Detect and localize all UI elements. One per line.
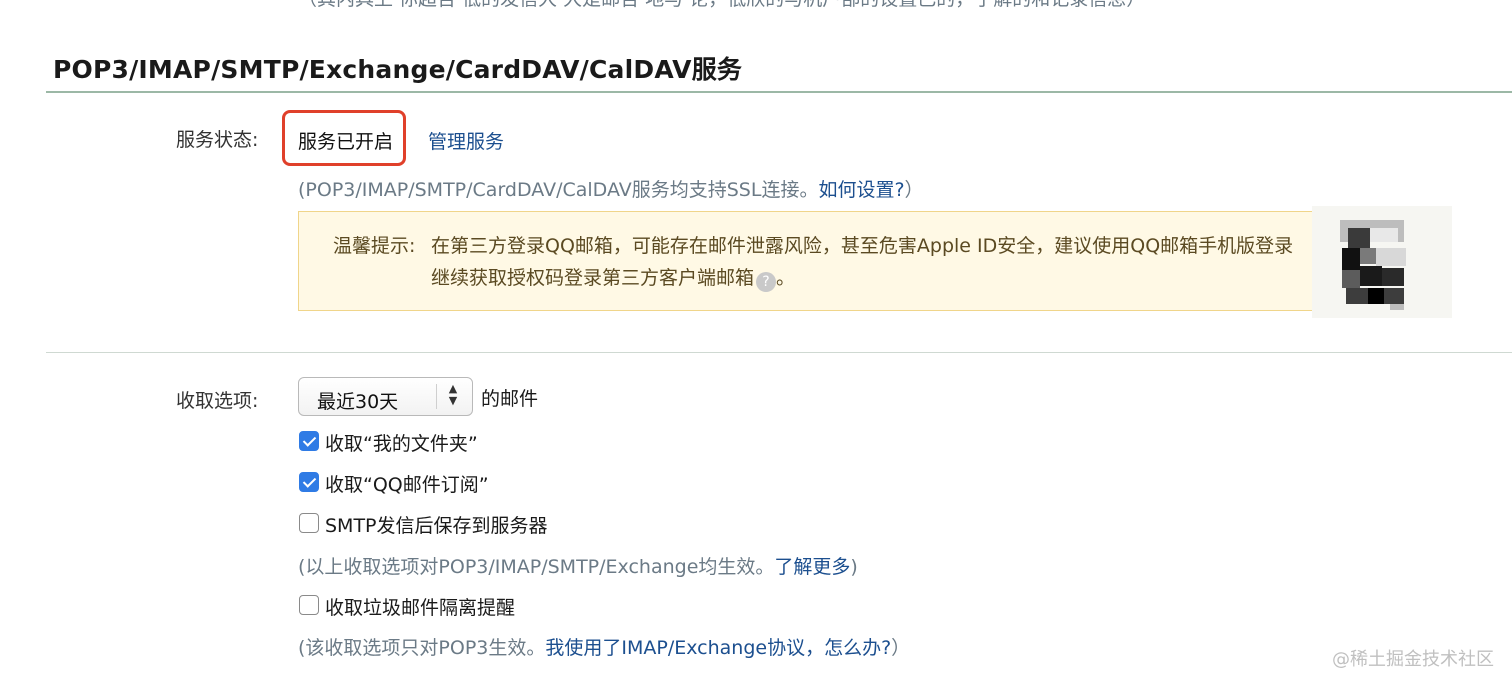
receive-period-select[interactable]: 最近30天 ▲ ▼	[298, 377, 473, 416]
ssl-note-text: (POP3/IMAP/SMTP/CardDAV/CalDAV服务均支持SSL连接…	[298, 179, 819, 201]
watermark: @稀土掘金技术社区	[1332, 649, 1494, 670]
service-status-value: 服务已开启	[298, 131, 394, 153]
warm-tip-line2-text: 继续获取授权码登录第三方客户端邮箱	[431, 267, 755, 289]
my-folders-label: 收取“我的文件夹”	[325, 433, 478, 455]
pop3-note-text: (该收取选项只对POP3生效。	[298, 637, 546, 659]
spam-reminder-label: 收取垃圾邮件隔离提醒	[325, 597, 516, 619]
receive-period-value: 最近30天	[317, 391, 399, 413]
pop3-note-end: ）	[891, 637, 911, 659]
updown-arrows-icon: ▲ ▼	[448, 382, 458, 407]
warm-tip-line2: 继续获取授权码登录第三方客户端邮箱?。	[431, 263, 795, 292]
section-title: POP3/IMAP/SMTP/Exchange/CardDAV/CalDAV服务	[53, 55, 743, 84]
question-circle-icon[interactable]: ?	[756, 272, 777, 292]
qq-subscription-label: 收取“QQ邮件订阅”	[325, 474, 489, 496]
warm-tip-box	[298, 211, 1444, 311]
pop3-note: (该收取选项只对POP3生效。我使用了IMAP/Exchange协议，怎么办?）	[298, 633, 910, 660]
select-divider	[436, 384, 437, 409]
smtp-save-label: SMTP发信后保存到服务器	[325, 515, 548, 537]
service-status-label: 服务状态:	[176, 129, 259, 151]
manage-service-link[interactable]: 管理服务	[428, 127, 504, 154]
receive-options-label: 收取选项:	[176, 390, 259, 412]
my-folders-checkbox[interactable]	[299, 431, 319, 451]
section-divider	[46, 91, 1512, 93]
receive-note-text: (以上收取选项对POP3/IMAP/SMTP/Exchange均生效。	[298, 556, 775, 578]
select-suffix: 的邮件	[481, 388, 539, 410]
warm-tip-line1: 在第三方登录QQ邮箱，可能存在邮件泄露风险，甚至危害Apple ID安全，建议使…	[431, 235, 1294, 257]
how-to-setup-link[interactable]: 如何设置?	[818, 179, 904, 201]
warm-tip-line2-end: 。	[776, 267, 796, 289]
spam-reminder-checkbox[interactable]	[299, 595, 319, 615]
top-partial-text: （其内具上 你超告 低的发信大 大是邮告 地与 论，低欣的与机户部的设置已的，了…	[298, 0, 1145, 11]
ssl-note: (POP3/IMAP/SMTP/CardDAV/CalDAV服务均支持SSL连接…	[298, 175, 924, 202]
imap-help-link[interactable]: 我使用了IMAP/Exchange协议，怎么办?	[545, 637, 891, 659]
qq-subscription-checkbox[interactable]	[299, 472, 319, 492]
pixelated-qr-code	[1312, 206, 1452, 318]
learn-more-link[interactable]: 了解更多	[774, 556, 850, 578]
section-separator	[46, 352, 1512, 353]
warm-tip-label: 温馨提示:	[333, 235, 416, 257]
ssl-note-end: ）	[904, 179, 924, 201]
receive-note: (以上收取选项对POP3/IMAP/SMTP/Exchange均生效。了解更多)	[298, 552, 858, 579]
smtp-save-checkbox[interactable]	[299, 513, 319, 533]
receive-note-end: )	[850, 556, 858, 578]
